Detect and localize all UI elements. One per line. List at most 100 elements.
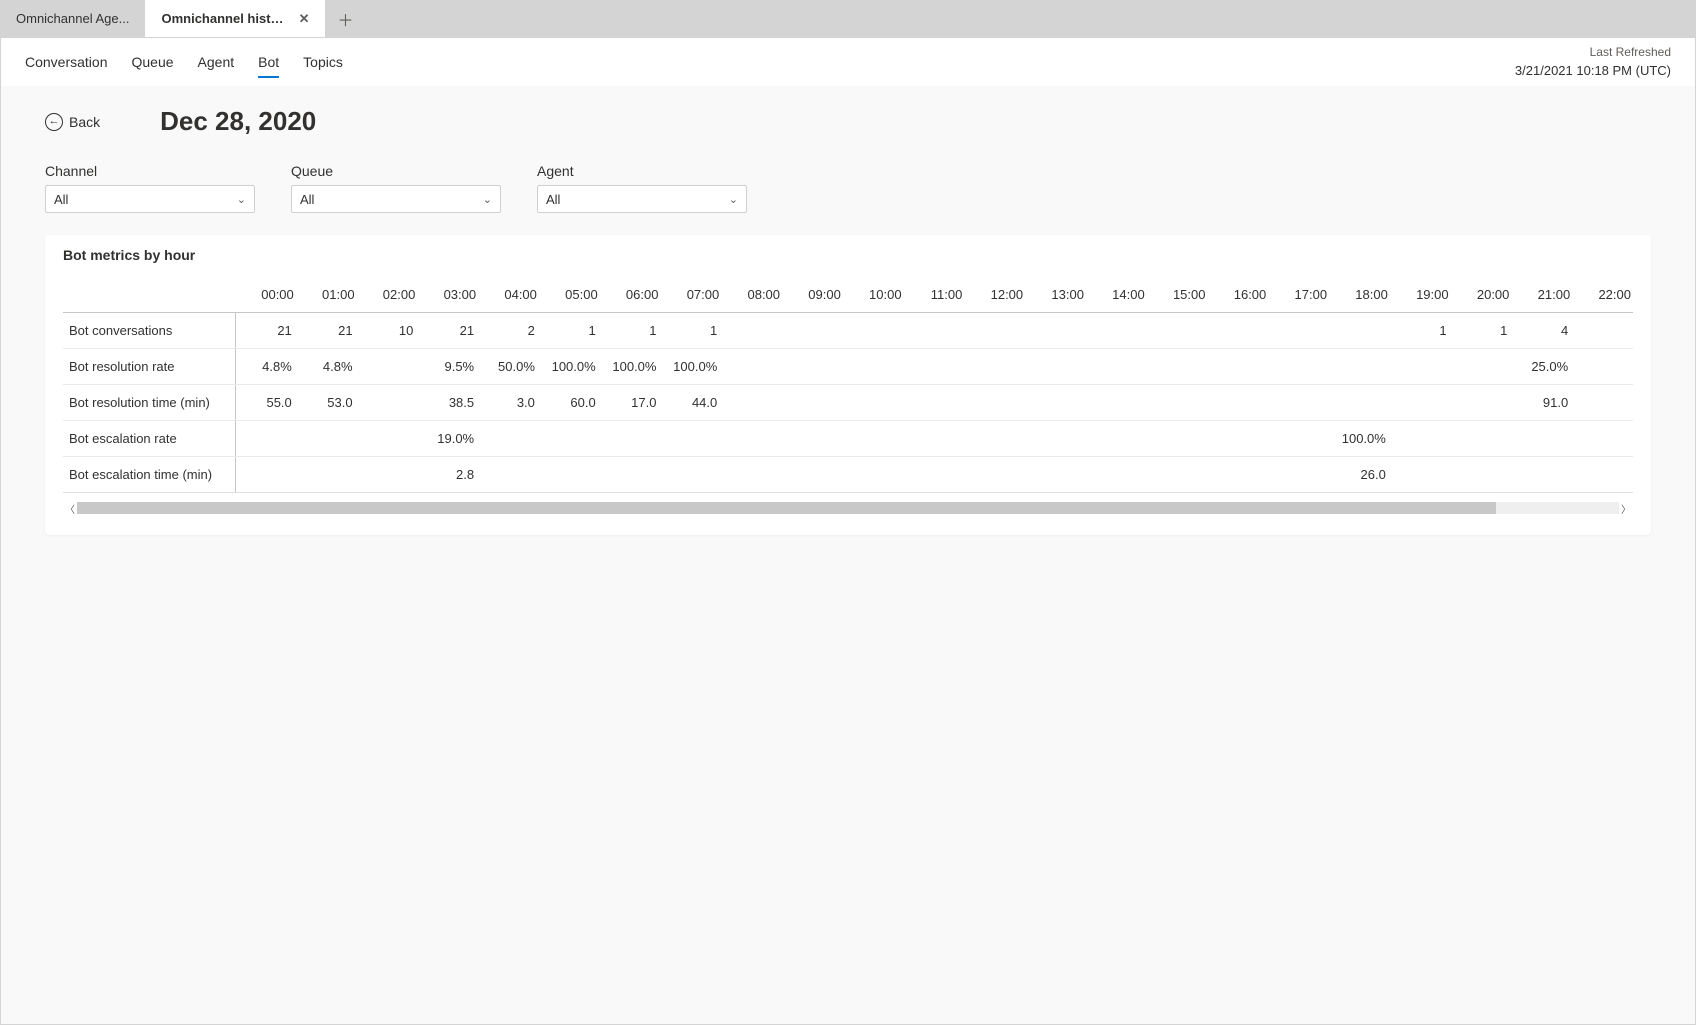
filter-value: All <box>54 192 68 207</box>
table-cell <box>1025 349 1086 385</box>
table-cell <box>1147 349 1208 385</box>
column-header: 14:00 <box>1086 281 1147 313</box>
table-cell <box>1086 385 1147 421</box>
filter-channel: Channel All ⌄ <box>45 163 255 213</box>
close-icon[interactable]: ✕ <box>299 11 310 27</box>
filter-label: Agent <box>537 163 747 179</box>
table-cell <box>782 421 843 457</box>
tab-omnichannel-historical[interactable]: Omnichannel historical an... ✕ <box>145 0 325 37</box>
back-button[interactable]: ← Back <box>45 113 100 131</box>
tab-bar: Omnichannel Age... Omnichannel historica… <box>0 0 1696 38</box>
column-header: 03:00 <box>417 281 478 313</box>
tab-omnichannel-agent[interactable]: Omnichannel Age... <box>0 0 145 37</box>
table-cell <box>1268 421 1329 457</box>
table-cell <box>721 457 782 493</box>
column-header: 20:00 <box>1451 281 1512 313</box>
horizontal-scroll-thumb[interactable] <box>77 502 1496 514</box>
table-cell: 38.5 <box>417 385 478 421</box>
table-cell <box>1572 385 1633 421</box>
scroll-right-icon[interactable]: 〉 <box>1619 501 1633 516</box>
table-cell <box>1390 385 1451 421</box>
scroll-left-icon[interactable]: 〈 <box>63 501 77 516</box>
table-cell: 9.5% <box>417 349 478 385</box>
table-cell <box>782 457 843 493</box>
table-cell: 1 <box>600 313 661 349</box>
table-cell <box>843 385 904 421</box>
back-label: Back <box>69 114 100 130</box>
nav-tab-conversation[interactable]: Conversation <box>25 40 108 84</box>
table-cell: 3.0 <box>478 385 539 421</box>
table-cell: 60.0 <box>539 385 600 421</box>
table-cell <box>1208 421 1269 457</box>
horizontal-scrollbar[interactable]: 〈 〉 <box>63 501 1633 515</box>
column-header: 19:00 <box>1390 281 1451 313</box>
filter-select[interactable]: All ⌄ <box>45 185 255 213</box>
filter-row: ChannelAll⌄QueueAll⌄AgentAll⌄ <box>45 163 1651 213</box>
table-row: Bot conversations212110212111114 <box>63 313 1633 349</box>
table-cell <box>357 385 418 421</box>
table-cell <box>1025 313 1086 349</box>
table-cell <box>964 457 1025 493</box>
metrics-table: 00:0001:0002:0003:0004:0005:0006:0007:00… <box>63 281 1633 492</box>
nav-tab-agent[interactable]: Agent <box>198 40 235 84</box>
table-cell <box>964 349 1025 385</box>
column-header: 07:00 <box>660 281 721 313</box>
horizontal-scroll-track[interactable] <box>77 502 1619 514</box>
filter-value: All <box>300 192 314 207</box>
column-header: 05:00 <box>539 281 600 313</box>
table-cell: 2 <box>478 313 539 349</box>
matrix-wrap: 00:0001:0002:0003:0004:0005:0006:0007:00… <box>63 281 1633 493</box>
filter-label: Channel <box>45 163 255 179</box>
nav-tabs: Conversation Queue Agent Bot Topics <box>25 40 343 84</box>
filter-select[interactable]: All⌄ <box>537 185 747 213</box>
table-cell <box>1451 385 1512 421</box>
table-cell <box>904 421 965 457</box>
table-cell <box>1329 349 1390 385</box>
column-header: 01:00 <box>296 281 357 313</box>
metrics-card: Bot metrics by hour 00:0001:0002:0003:00… <box>45 235 1651 535</box>
filter-select[interactable]: All⌄ <box>291 185 501 213</box>
column-header: 21:00 <box>1511 281 1572 313</box>
table-cell <box>1511 421 1572 457</box>
column-header: 12:00 <box>964 281 1025 313</box>
table-cell: 100.0% <box>600 349 661 385</box>
row-header: Bot conversations <box>63 313 235 349</box>
table-cell <box>1208 349 1269 385</box>
chevron-down-icon: ⌄ <box>237 193 246 206</box>
table-cell <box>357 457 418 493</box>
table-row: Bot resolution time (min)55.053.038.53.0… <box>63 385 1633 421</box>
table-cell <box>904 457 965 493</box>
table-cell <box>235 421 296 457</box>
nav-tab-topics[interactable]: Topics <box>303 40 343 84</box>
table-cell: 100.0% <box>539 349 600 385</box>
table-cell: 55.0 <box>235 385 296 421</box>
table-cell <box>964 313 1025 349</box>
table-cell <box>660 457 721 493</box>
table-header-row: 00:0001:0002:0003:0004:0005:0006:0007:00… <box>63 281 1633 313</box>
table-cell <box>1572 421 1633 457</box>
table-cell <box>539 457 600 493</box>
table-cell <box>904 313 965 349</box>
table-row: Bot escalation rate19.0%100.0% <box>63 421 1633 457</box>
table-cell <box>235 457 296 493</box>
nav-tab-bot[interactable]: Bot <box>258 40 279 84</box>
table-cell <box>721 421 782 457</box>
column-header: 18:00 <box>1329 281 1390 313</box>
table-cell <box>904 385 965 421</box>
table-cell <box>1086 457 1147 493</box>
table-cell <box>1451 457 1512 493</box>
nav-tab-queue[interactable]: Queue <box>132 40 174 84</box>
column-header: 02:00 <box>357 281 418 313</box>
table-cell <box>1086 421 1147 457</box>
table-cell <box>478 457 539 493</box>
body-area: ← Back Dec 28, 2020 ChannelAll⌄QueueAll⌄… <box>1 86 1695 1024</box>
table-cell: 100.0% <box>1329 421 1390 457</box>
table-cell <box>904 349 965 385</box>
add-tab-button[interactable]: ＋ <box>325 0 365 37</box>
table-cell <box>964 385 1025 421</box>
table-cell <box>843 313 904 349</box>
table-cell: 19.0% <box>417 421 478 457</box>
column-header: 11:00 <box>904 281 965 313</box>
row-header: Bot resolution rate <box>63 349 235 385</box>
table-cell: 21 <box>296 313 357 349</box>
